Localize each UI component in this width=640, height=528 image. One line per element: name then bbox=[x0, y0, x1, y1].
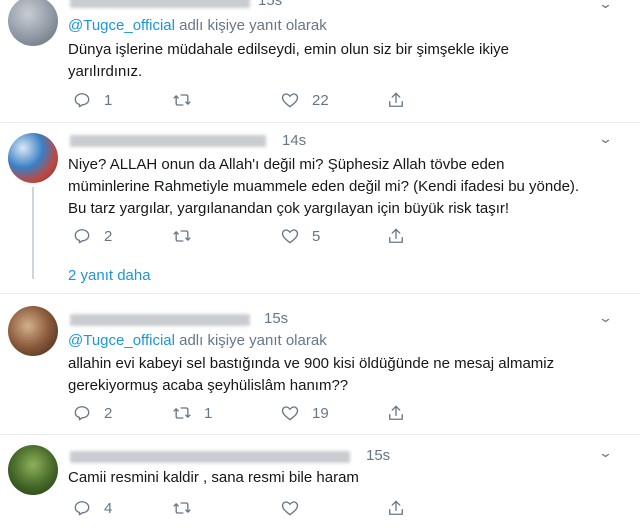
show-more-replies-link[interactable]: 2 yanıt daha bbox=[68, 267, 151, 284]
tweet-text: Niye? ALLAH onun da Allah'ı değil mi? Şü… bbox=[68, 156, 580, 217]
chevron-down-icon[interactable]: ⌄ bbox=[598, 310, 613, 326]
avatar[interactable] bbox=[8, 306, 58, 356]
reply-icon bbox=[74, 93, 90, 108]
share-button[interactable] bbox=[386, 403, 406, 423]
reply-button[interactable]: 4 bbox=[72, 498, 112, 518]
like-icon bbox=[281, 501, 299, 516]
share-icon bbox=[389, 405, 403, 420]
tweet-actions: 2 1 19 bbox=[68, 403, 408, 423]
tweet-actions: 1 22 bbox=[68, 90, 408, 110]
user-name[interactable] bbox=[70, 314, 250, 326]
mention-link[interactable]: @Tugce_official bbox=[68, 332, 175, 349]
retweet-button[interactable] bbox=[172, 498, 204, 518]
tweet[interactable]: 15s ⌄ @Tugce_official adlı kişiye yanıt … bbox=[0, 294, 640, 434]
tweet-text: Camii resmini kaldir , sana resmi bile h… bbox=[68, 469, 359, 486]
reply-icon bbox=[74, 501, 90, 516]
avatar[interactable] bbox=[8, 0, 58, 46]
tweet-text: Dünya işlerine müdahale edilseydi, emin … bbox=[68, 41, 510, 80]
share-icon bbox=[389, 500, 403, 515]
like-icon bbox=[281, 93, 299, 108]
share-icon bbox=[389, 92, 403, 107]
like-count: 22 bbox=[312, 91, 329, 109]
retweet-button[interactable] bbox=[172, 90, 204, 110]
share-button[interactable] bbox=[386, 498, 406, 518]
mention-link[interactable]: @Tugce_official bbox=[68, 17, 175, 34]
tweet[interactable]: 15s ⌄ Camii resmini kaldir , sana resmi … bbox=[0, 435, 640, 528]
retweet-icon bbox=[173, 407, 191, 419]
reply-count: 4 bbox=[104, 499, 113, 517]
tweet[interactable]: 14s ⌄ Niye? ALLAH onun da Allah'ı değil … bbox=[0, 123, 640, 293]
like-icon bbox=[281, 229, 299, 244]
chevron-down-icon[interactable]: ⌄ bbox=[598, 0, 613, 12]
chevron-down-icon[interactable]: ⌄ bbox=[598, 131, 613, 147]
retweet-count: 1 bbox=[204, 404, 213, 422]
share-icon bbox=[389, 228, 403, 243]
reply-count: 1 bbox=[104, 91, 113, 109]
tweet-time[interactable]: 14s bbox=[282, 132, 306, 149]
reply-count: 2 bbox=[104, 404, 113, 422]
like-button[interactable]: 5 bbox=[280, 226, 320, 246]
avatar[interactable] bbox=[8, 133, 58, 183]
reply-button[interactable]: 2 bbox=[72, 403, 112, 423]
tweet-actions: 2 5 bbox=[68, 226, 408, 246]
tweet-time[interactable]: 15s bbox=[264, 310, 288, 327]
like-button[interactable] bbox=[280, 498, 312, 518]
tweet-actions: 4 bbox=[68, 498, 408, 518]
like-button[interactable]: 22 bbox=[280, 90, 329, 110]
user-name[interactable] bbox=[70, 451, 350, 463]
like-count: 5 bbox=[312, 227, 321, 245]
tweet-text: allahin evi kabeyi sel bastığında ve 900… bbox=[68, 355, 555, 394]
like-button[interactable]: 19 bbox=[280, 403, 329, 423]
reply-context: @Tugce_official adlı kişiye yanıt olarak bbox=[68, 332, 327, 349]
retweet-icon bbox=[173, 230, 191, 242]
share-button[interactable] bbox=[386, 90, 406, 110]
retweet-button[interactable] bbox=[172, 226, 204, 246]
retweet-icon bbox=[173, 502, 191, 514]
retweet-icon bbox=[173, 94, 191, 106]
thread-line bbox=[32, 187, 34, 279]
share-button[interactable] bbox=[386, 226, 406, 246]
tweet[interactable]: 15s ⌄ @Tugce_official adlı kişiye yanıt … bbox=[0, 0, 640, 122]
avatar[interactable] bbox=[8, 445, 58, 495]
like-icon bbox=[281, 406, 299, 421]
retweet-button[interactable]: 1 bbox=[172, 403, 212, 423]
reply-button[interactable]: 1 bbox=[72, 90, 112, 110]
reply-button[interactable]: 2 bbox=[72, 226, 112, 246]
tweet-time[interactable]: 15s bbox=[366, 447, 390, 464]
user-name[interactable] bbox=[70, 135, 266, 147]
tweet-time[interactable]: 15s bbox=[258, 0, 282, 9]
like-count: 19 bbox=[312, 404, 329, 422]
reply-count: 2 bbox=[104, 227, 113, 245]
reply-context: @Tugce_official adlı kişiye yanıt olarak bbox=[68, 17, 327, 34]
chevron-down-icon[interactable]: ⌄ bbox=[598, 445, 613, 461]
reply-icon bbox=[74, 406, 90, 421]
user-name[interactable] bbox=[70, 0, 250, 8]
reply-icon bbox=[74, 229, 90, 244]
